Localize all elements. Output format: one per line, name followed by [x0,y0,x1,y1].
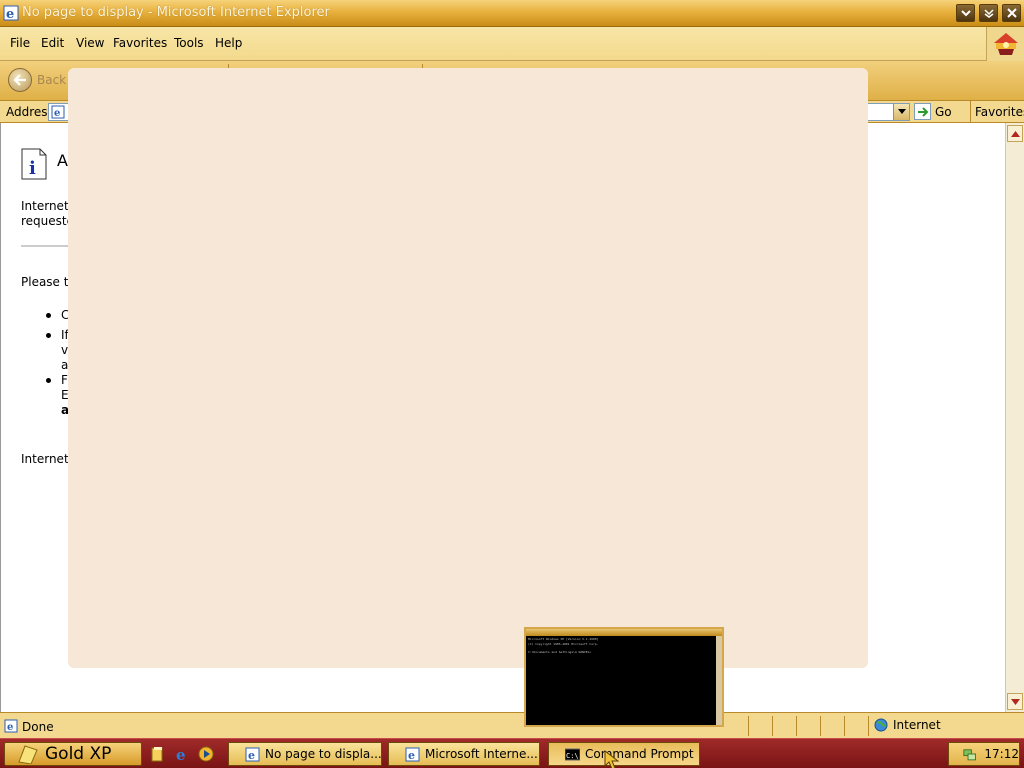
restore-icon [983,9,994,18]
quick-launch: e [148,744,216,764]
start-button[interactable]: Gold XP [4,742,142,766]
cmd-title-bar[interactable] [526,629,722,636]
zone-label: Internet [893,718,941,732]
globe-icon [874,718,888,732]
arrow-down-icon [1010,698,1020,705]
footer-text: Internet [21,452,69,466]
info-icon: i [21,148,47,180]
minimize-button[interactable] [956,4,975,22]
status-pane-divider [868,716,869,736]
menu-file[interactable]: File [10,36,30,50]
status-pane-divider [772,716,773,736]
taskbar: Gold XP e e No page to displa... e Micro… [0,738,1024,768]
task-label: Command Prompt [585,747,694,761]
brand-logo [986,27,1024,61]
start-flag-icon [18,745,38,764]
cmd-scrollbar[interactable] [716,636,722,725]
cmd-output-line: Microsoft Windows XP [Version 5.1.2600] [528,637,599,641]
svg-text:C:\: C:\ [566,752,579,760]
intro-text-line: requeste [21,214,74,228]
back-arrow-icon [8,68,32,92]
sun-logo-icon [993,33,1018,55]
list-item: F [61,373,68,387]
menu-help[interactable]: Help [215,36,242,50]
chevron-down-icon [897,109,906,114]
security-zone[interactable]: Internet [874,718,941,732]
ie-icon[interactable]: e [172,744,192,764]
suggestion-intro: Please tr [21,275,74,289]
title-bar[interactable]: e No page to display - Microsoft Interne… [0,0,1024,27]
address-label: Address [6,105,54,119]
menu-tools[interactable]: Tools [174,36,204,50]
network-icon[interactable] [963,746,976,762]
back-button[interactable]: Back [8,68,66,92]
menu-view[interactable]: View [76,36,104,50]
arrow-up-icon [1010,130,1020,137]
menu-bar: File Edit View Favorites Tools Help [0,27,1024,61]
system-tray: 17:12 [948,742,1020,766]
ie-icon: e [245,747,260,762]
go-arrow-icon [914,103,931,120]
menu-edit[interactable]: Edit [41,36,64,50]
svg-text:e: e [6,7,14,21]
clock[interactable]: 17:12 [984,747,1019,761]
ie-icon: e [3,5,19,21]
overlay-panel [68,68,868,668]
ie-icon: e [405,747,420,762]
svg-text:e: e [248,749,255,762]
status-pane-divider [748,716,749,736]
start-label: Gold XP [45,744,112,764]
status-pane-divider [820,716,821,736]
bullet-icon [46,378,51,383]
close-button[interactable] [1002,4,1021,22]
close-icon [1006,8,1017,18]
cmd-icon: C:\ [565,748,580,760]
cmd-output-line: (C) Copyright 1985-2001 Microsoft Corp. [528,642,599,646]
address-dropdown-button[interactable] [893,104,909,120]
favorites-link[interactable]: Favorites [970,101,1024,123]
status-bar: e Done Internet [0,712,1024,738]
media-player-icon[interactable] [196,744,216,764]
status-pane-divider [796,716,797,736]
svg-text:e: e [7,722,13,733]
maximize-button[interactable] [979,4,998,22]
back-label: Back [37,73,67,87]
task-label: No page to displa... [265,747,382,761]
go-button[interactable]: Go [914,103,952,120]
task-label: Microsoft Interne... [425,747,538,761]
folder-icon[interactable] [148,744,168,764]
scroll-up-button[interactable] [1007,125,1023,142]
go-label: Go [935,104,952,119]
page-heading: A [57,151,68,170]
minimize-icon [960,10,971,17]
status-text: Done [22,720,54,734]
taskbar-button-ie-no-page[interactable]: e No page to displa... [228,742,382,766]
window-title: No page to display - Microsoft Internet … [22,5,330,20]
page-icon: e [51,105,65,119]
vertical-scrollbar[interactable] [1005,123,1024,712]
page-icon: e [4,719,18,733]
cmd-output-line: C:\Documents and Settings\A DANIEL> [528,650,592,654]
bullet-icon [46,313,51,318]
svg-text:i: i [29,158,36,179]
intro-text-line: Internet [21,199,69,213]
menu-favorites[interactable]: Favorites [113,36,167,50]
taskbar-button-ie[interactable]: e Microsoft Interne... [388,742,540,766]
svg-text:e: e [176,746,186,762]
scroll-down-button[interactable] [1007,693,1023,710]
status-pane-divider [844,716,845,736]
taskbar-button-command-prompt[interactable]: C:\ Command Prompt [548,742,700,766]
svg-text:e: e [408,749,415,762]
command-prompt-window[interactable]: Microsoft Windows XP [Version 5.1.2600] … [524,627,724,727]
mouse-cursor-icon [604,750,620,768]
svg-text:e: e [54,108,60,119]
bullet-icon [46,333,51,338]
